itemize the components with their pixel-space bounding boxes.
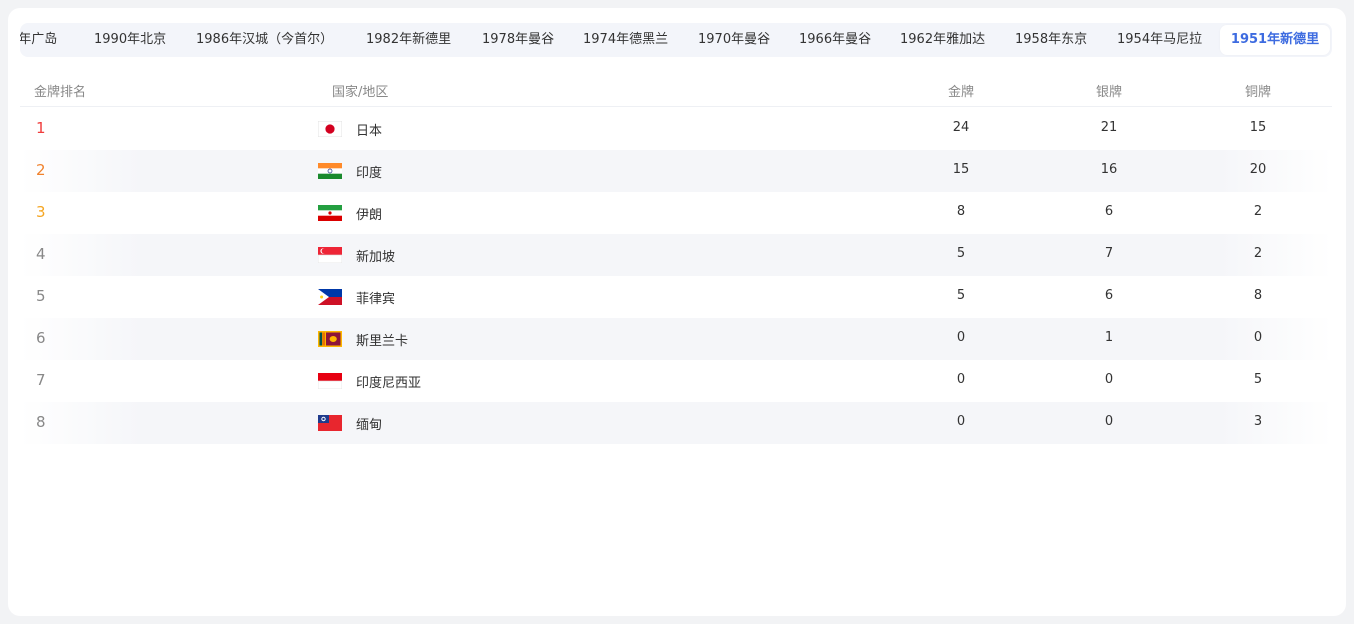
table-row: 4 新加坡 5 7 2 — [20, 234, 1332, 276]
japan-flag-icon — [318, 121, 342, 137]
rank-value: 8 — [36, 413, 46, 431]
table-header: 金牌排名 国家/地区 金牌 银牌 铜牌 — [20, 74, 1332, 107]
silver-count: 7 — [1104, 246, 1114, 261]
gold-count: 5 — [956, 246, 966, 261]
silver-count: 6 — [1104, 288, 1114, 303]
tab-1966-bangkok[interactable]: 1966年曼谷 — [799, 23, 871, 57]
gold-count: 0 — [956, 372, 966, 387]
table-row: 7 印度尼西亚 0 0 5 — [20, 360, 1332, 402]
silver-count: 6 — [1104, 204, 1114, 219]
header-bronze: 铜牌 — [1244, 85, 1271, 100]
header-country: 国家/地区 — [332, 85, 389, 100]
table-row: 8 缅甸 0 0 3 — [20, 402, 1332, 444]
table-row: 1 日本 24 21 15 — [20, 108, 1332, 150]
tab-1951-new-delhi[interactable]: 1951年新德里 — [1220, 25, 1330, 55]
bronze-count: 2 — [1253, 204, 1263, 219]
rank-value: 6 — [36, 329, 46, 347]
bronze-count: 8 — [1253, 288, 1263, 303]
bronze-count: 20 — [1249, 162, 1267, 177]
country-name: 日本 — [356, 124, 383, 139]
bronze-count: 3 — [1253, 414, 1263, 429]
country-name: 伊朗 — [356, 208, 383, 223]
rank-value: 7 — [36, 371, 46, 389]
tab-1982-new-delhi[interactable]: 1982年新德里 — [366, 23, 451, 57]
silver-count: 21 — [1100, 120, 1118, 135]
rank-value: 2 — [36, 161, 46, 179]
bronze-count: 2 — [1253, 246, 1263, 261]
philippines-flag-icon — [318, 289, 342, 305]
tab-1962-jakarta[interactable]: 1962年雅加达 — [900, 23, 985, 57]
bronze-count: 15 — [1249, 120, 1267, 135]
country-name: 印度 — [356, 166, 383, 181]
rank-value: 1 — [36, 119, 46, 137]
silver-count: 16 — [1100, 162, 1118, 177]
gold-count: 5 — [956, 288, 966, 303]
silver-count: 1 — [1104, 330, 1114, 345]
table-row: 6 斯里兰卡 0 1 0 — [20, 318, 1332, 360]
table-row: 5 菲律宾 5 6 8 — [20, 276, 1332, 318]
header-rank: 金牌排名 — [34, 85, 87, 100]
table-row: 3 伊朗 8 6 2 — [20, 192, 1332, 234]
header-silver: 银牌 — [1095, 85, 1122, 100]
header-gold: 金牌 — [947, 85, 974, 100]
tab-1970-bangkok[interactable]: 1970年曼谷 — [698, 23, 770, 57]
country-name: 斯里兰卡 — [356, 334, 409, 349]
tab-1958-tokyo[interactable]: 1958年东京 — [1015, 23, 1087, 57]
tab-1986-seoul[interactable]: 1986年汉城（今首尔） — [196, 23, 333, 57]
country-name: 印度尼西亚 — [356, 376, 422, 391]
myanmar-flag-icon — [318, 415, 342, 431]
gold-count: 8 — [956, 204, 966, 219]
table-row: 2 印度 15 16 20 — [20, 150, 1332, 192]
tab-1994-hiroshima[interactable]: 4年广岛 — [20, 23, 57, 57]
singapore-flag-icon — [318, 247, 342, 263]
country-name: 缅甸 — [356, 418, 383, 433]
iran-flag-icon — [318, 205, 342, 221]
gold-count: 15 — [952, 162, 970, 177]
tab-1974-tehran[interactable]: 1974年德黑兰 — [583, 23, 668, 57]
rank-value: 5 — [36, 287, 46, 305]
edition-tab-bar: 4年广岛 1990年北京 1986年汉城（今首尔） 1982年新德里 1978年… — [20, 23, 1332, 57]
india-flag-icon — [318, 163, 342, 179]
silver-count: 0 — [1104, 372, 1114, 387]
tab-1954-manila[interactable]: 1954年马尼拉 — [1117, 23, 1202, 57]
country-name: 菲律宾 — [356, 292, 396, 307]
rank-value: 3 — [36, 203, 46, 221]
bronze-count: 0 — [1253, 330, 1263, 345]
gold-count: 0 — [956, 330, 966, 345]
sri-lanka-flag-icon — [318, 331, 342, 347]
rank-value: 4 — [36, 245, 46, 263]
country-name: 新加坡 — [356, 250, 396, 265]
gold-count: 0 — [956, 414, 966, 429]
silver-count: 0 — [1104, 414, 1114, 429]
tab-1990-beijing[interactable]: 1990年北京 — [94, 23, 166, 57]
gold-count: 24 — [952, 120, 970, 135]
medal-table-card: 4年广岛 1990年北京 1986年汉城（今首尔） 1982年新德里 1978年… — [8, 8, 1346, 616]
indonesia-flag-icon — [318, 373, 342, 389]
tab-1978-bangkok[interactable]: 1978年曼谷 — [482, 23, 554, 57]
bronze-count: 5 — [1253, 372, 1263, 387]
